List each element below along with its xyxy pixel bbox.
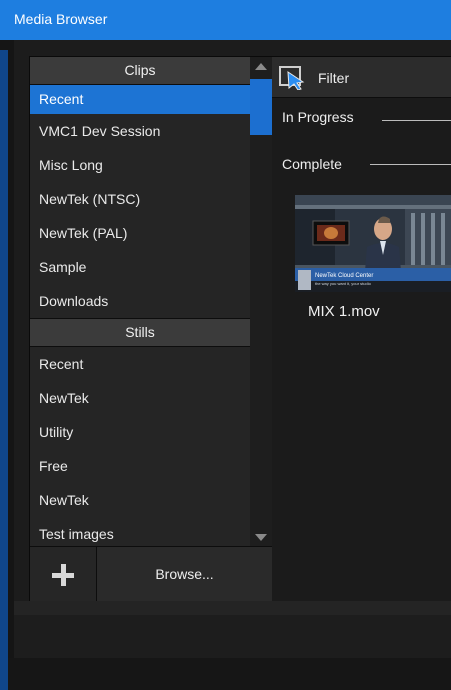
complete-label: Complete bbox=[282, 156, 342, 172]
clips-item-newtek-pal[interactable]: NewTek (PAL) bbox=[30, 216, 250, 250]
stills-header: Stills bbox=[30, 318, 250, 347]
scroll-up-arrow-icon[interactable] bbox=[255, 63, 267, 70]
media-panel: Filter In Progress Complete NewTek Cloud… bbox=[272, 56, 451, 602]
clips-item-sample[interactable]: Sample bbox=[30, 250, 250, 284]
clip-thumbnail-image: NewTek Cloud Center the way you want it,… bbox=[295, 195, 451, 292]
clips-item-downloads[interactable]: Downloads bbox=[30, 284, 250, 318]
clips-item-newtek-ntsc[interactable]: NewTek (NTSC) bbox=[30, 182, 250, 216]
window-titlebar: Media Browser bbox=[0, 0, 451, 40]
stills-item-newtek[interactable]: NewTek bbox=[30, 381, 250, 415]
stills-item-newtek-2[interactable]: NewTek bbox=[30, 483, 250, 517]
location-toolbar: Browse... bbox=[30, 546, 272, 603]
left-edge bbox=[0, 40, 14, 690]
complete-divider bbox=[370, 164, 451, 165]
filter-bar[interactable]: Filter bbox=[272, 57, 451, 98]
plus-icon-vertical bbox=[61, 564, 66, 586]
add-location-button[interactable] bbox=[30, 547, 97, 602]
clips-item-vmc1-dev-session[interactable]: VMC1 Dev Session bbox=[30, 114, 250, 148]
in-progress-label: In Progress bbox=[282, 109, 354, 125]
clips-item-misc-long[interactable]: Misc Long bbox=[30, 148, 250, 182]
stills-item-recent[interactable]: Recent bbox=[30, 347, 250, 381]
filter-label: Filter bbox=[318, 70, 350, 86]
stills-item-utility[interactable]: Utility bbox=[30, 415, 250, 449]
stills-item-test-images[interactable]: Test images bbox=[30, 517, 250, 546]
stills-item-free[interactable]: Free bbox=[30, 449, 250, 483]
lower-third-subtitle: the way you want it, your studio bbox=[315, 281, 372, 286]
status-footer bbox=[14, 601, 451, 658]
location-panel: Clips Recent VMC1 Dev Session Misc Long … bbox=[29, 56, 273, 603]
clip-name[interactable]: MIX 1.mov bbox=[308, 303, 380, 320]
footer-strip bbox=[14, 601, 451, 615]
select-cursor-icon[interactable] bbox=[279, 66, 307, 90]
location-scrollbar[interactable] bbox=[250, 57, 272, 546]
browse-button[interactable]: Browse... bbox=[97, 547, 272, 602]
scroll-down-arrow-icon[interactable] bbox=[255, 534, 267, 541]
clips-header: Clips bbox=[30, 57, 250, 85]
in-progress-divider bbox=[382, 120, 451, 121]
clip-thumbnail[interactable]: NewTek Cloud Center the way you want it,… bbox=[295, 195, 451, 292]
clips-item-recent[interactable]: Recent bbox=[30, 85, 250, 114]
left-accent-bar bbox=[0, 50, 8, 690]
location-list: Clips Recent VMC1 Dev Session Misc Long … bbox=[30, 57, 250, 546]
lower-third-title: NewTek Cloud Center bbox=[315, 273, 373, 279]
window-title: Media Browser bbox=[14, 11, 108, 27]
scrollbar-thumb[interactable] bbox=[250, 79, 272, 135]
